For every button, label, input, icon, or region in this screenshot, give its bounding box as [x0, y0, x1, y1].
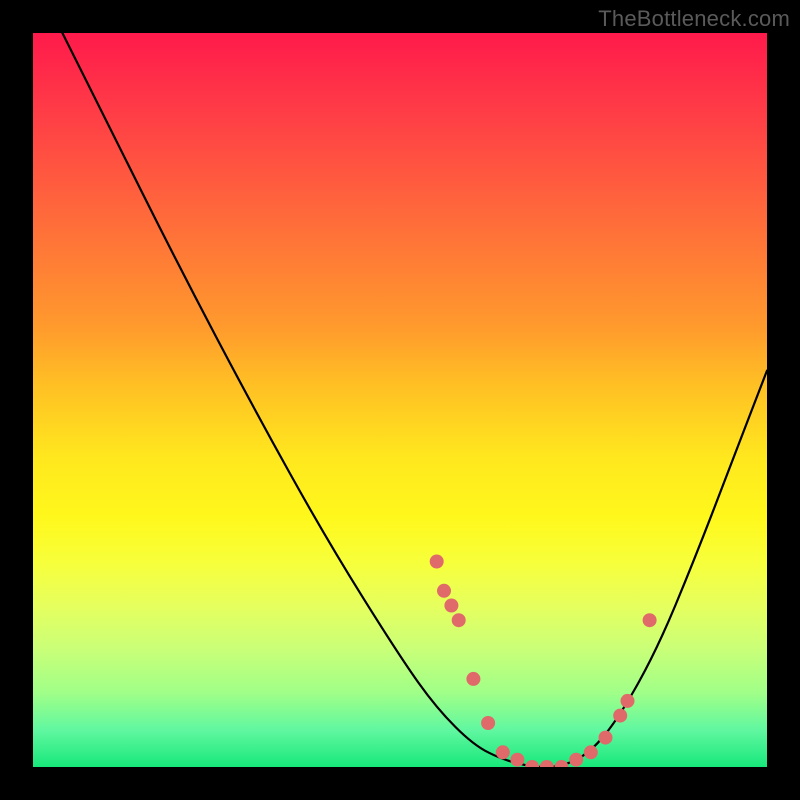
marker-point: [555, 760, 569, 767]
marker-point: [525, 760, 539, 767]
marker-point: [540, 760, 554, 767]
watermark-text: TheBottleneck.com: [598, 6, 790, 32]
marker-point: [621, 694, 635, 708]
marker-point: [584, 745, 598, 759]
marker-point: [452, 613, 466, 627]
marker-point: [613, 709, 627, 723]
marker-point: [481, 716, 495, 730]
marker-point: [437, 584, 451, 598]
marker-point: [444, 599, 458, 613]
marker-point: [466, 672, 480, 686]
curve-line: [62, 33, 767, 767]
marker-point: [510, 753, 524, 767]
chart-stage: TheBottleneck.com: [0, 0, 800, 800]
marker-point: [643, 613, 657, 627]
marker-point: [430, 555, 444, 569]
chart-overlay-svg: [33, 33, 767, 767]
marker-point: [496, 745, 510, 759]
marker-point: [569, 753, 583, 767]
marker-point: [599, 731, 613, 745]
